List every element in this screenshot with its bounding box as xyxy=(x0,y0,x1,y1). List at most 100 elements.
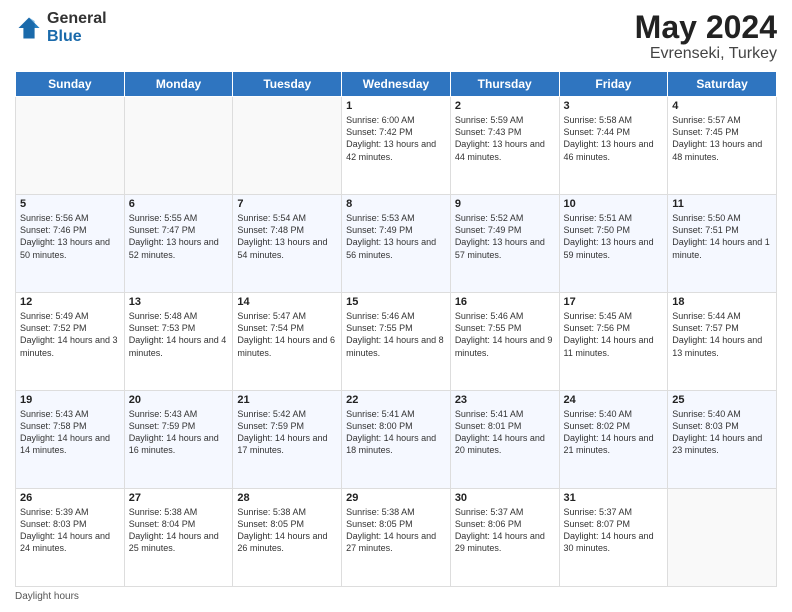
day-info: Sunrise: 5:55 AMSunset: 7:47 PMDaylight:… xyxy=(129,212,229,261)
calendar-cell-w3-d4: 15Sunrise: 5:46 AMSunset: 7:55 PMDayligh… xyxy=(342,293,451,391)
day-number: 16 xyxy=(455,296,555,308)
sunrise-text: Sunrise: 5:46 AM xyxy=(346,311,415,321)
sunrise-text: Sunrise: 5:37 AM xyxy=(564,507,633,517)
sunset-text: Sunset: 7:43 PM xyxy=(455,127,522,137)
calendar-cell-w2-d4: 8Sunrise: 5:53 AMSunset: 7:49 PMDaylight… xyxy=(342,195,451,293)
day-info: Sunrise: 5:37 AMSunset: 8:07 PMDaylight:… xyxy=(564,506,664,555)
calendar-cell-w4-d5: 23 Sunrise: 5:41 AMSunset: 8:01 PMDayligh… xyxy=(450,391,559,489)
day-number: 5 xyxy=(20,198,120,210)
sunrise-text: Sunrise: 5:58 AM xyxy=(564,115,633,125)
sunrise-text: Sunrise: 5:39 AM xyxy=(20,507,89,517)
sunset-text: Sunset: 8:00 PM xyxy=(346,421,413,431)
day-info: Sunrise: 5:41 AMSunset: 8:01 PMDaylight:… xyxy=(455,408,555,457)
day-number: 1 xyxy=(346,100,446,112)
sunrise-text: Sunrise: 5:59 AM xyxy=(455,115,524,125)
daylight-text: Daylight: 14 hours and 26 minutes. xyxy=(237,531,327,553)
day-info: Sunrise: 5:57 AMSunset: 7:45 PMDaylight:… xyxy=(672,114,772,163)
sunset-text: Sunset: 7:55 PM xyxy=(346,323,413,333)
col-monday: Monday xyxy=(124,72,233,97)
day-info: Sunrise: 6:00 AMSunset: 7:42 PMDaylight:… xyxy=(346,114,446,163)
col-saturday: Saturday xyxy=(668,72,777,97)
day-info: Sunrise: 5:38 AM Sunset: 8:04 PM Daylight:… xyxy=(129,506,229,555)
calendar-cell-w5-d6: 31Sunrise: 5:37 AMSunset: 8:07 PMDayligh… xyxy=(559,489,668,587)
logo-blue-text: Blue xyxy=(47,28,107,46)
sunrise-text: Sunrise: 5:45 AM xyxy=(564,311,633,321)
sunset-text: Sunset: 7:53 PM xyxy=(129,323,196,333)
day-info: Sunrise: 5:46 AM Sunset: 7:55 PM Daylight:… xyxy=(346,310,446,359)
sunrise-text: Sunrise: 5:43 AM xyxy=(129,409,198,419)
calendar-cell-w1-d2 xyxy=(124,97,233,195)
calendar-cell-w3-d3: 14Sunrise: 5:47 AMSunset: 7:54 PMDayligh… xyxy=(233,293,342,391)
sunrise-text: Sunrise: 5:54 AM xyxy=(237,213,306,223)
sunset-text: Sunset: 7:51 PM xyxy=(672,225,739,235)
daylight-text: Daylight: 14 hours and 18 minutes. xyxy=(346,433,436,455)
day-info: Sunrise: 5:51 AMSunset: 7:50 PMDaylight:… xyxy=(564,212,664,261)
sunset-text: Sunset: 7:48 PM xyxy=(237,225,304,235)
day-info: Sunrise: 5:40 AMSunset: 8:02 PMDaylight:… xyxy=(564,408,664,457)
day-info: Sunrise: 5:44 AMSunset: 7:57 PMDaylight:… xyxy=(672,310,772,359)
day-info: Sunrise: 5:39 AMSunset: 8:03 PMDaylight:… xyxy=(20,506,120,555)
sunrise-text: Sunrise: 5:38 AM xyxy=(237,507,306,517)
sunset-text: Sunset: 8:07 PM xyxy=(564,519,631,529)
week-row-4: 19Sunrise: 5:43 AMSunset: 7:58 PMDayligh… xyxy=(16,391,777,489)
sunset-text: Sunset: 7:59 PM xyxy=(237,421,304,431)
day-number: 23 xyxy=(455,394,555,406)
day-number: 24 xyxy=(564,394,664,406)
sunrise-text: Sunrise: 5:52 AM xyxy=(455,213,524,223)
day-number: 27 xyxy=(129,492,229,504)
daylight-text: Daylight: 14 hours and 23 minutes. xyxy=(672,433,762,455)
day-info: Sunrise: 5:38 AMSunset: 8:05 PMDaylight:… xyxy=(237,506,337,555)
calendar-cell-w2-d7: 11Sunrise: 5:50 AMSunset: 7:51 PMDayligh… xyxy=(668,195,777,293)
daylight-text: Daylight: 14 hours and 8 minutes. xyxy=(346,335,444,357)
week-row-2: 5Sunrise: 5:56 AMSunset: 7:46 PMDaylight… xyxy=(16,195,777,293)
daylight-text: Daylight: 14 hours and 25 minutes. xyxy=(129,531,219,553)
daylight-text: Daylight: 13 hours and 56 minutes. xyxy=(346,237,436,259)
location: Evrenseki, Turkey xyxy=(635,45,777,63)
sunrise-text: Sunrise: 6:00 AM xyxy=(346,115,415,125)
sunrise-text: Sunrise: 5:41 AM xyxy=(346,409,415,419)
sunrise-text: Sunrise: 5:55 AM xyxy=(129,213,198,223)
sunset-text: Sunset: 7:56 PM xyxy=(564,323,631,333)
daylight-text: Daylight: 13 hours and 48 minutes. xyxy=(672,139,762,161)
title-block: May 2024 Evrenseki, Turkey xyxy=(635,10,777,63)
calendar-cell-w5-d2: 27 Sunrise: 5:38 AM Sunset: 8:04 PM Dayligh… xyxy=(124,489,233,587)
daylight-text: Daylight: 14 hours and 29 minutes. xyxy=(455,531,545,553)
day-number: 2 xyxy=(455,100,555,112)
day-number: 13 xyxy=(129,296,229,308)
daylight-text: Daylight: 14 hours and 20 minutes. xyxy=(455,433,545,455)
calendar-cell-w3-d1: 12Sunrise: 5:49 AMSunset: 7:52 PMDayligh… xyxy=(16,293,125,391)
calendar-cell-w3-d7: 18Sunrise: 5:44 AMSunset: 7:57 PMDayligh… xyxy=(668,293,777,391)
sunset-text: Sunset: 8:04 PM xyxy=(129,519,196,529)
calendar-cell-w1-d3 xyxy=(233,97,342,195)
sunset-text: Sunset: 7:42 PM xyxy=(346,127,413,137)
day-info: Sunrise: 5:40 AMSunset: 8:03 PMDaylight:… xyxy=(672,408,772,457)
sunset-text: Sunset: 8:01 PM xyxy=(455,421,522,431)
day-number: 9 xyxy=(455,198,555,210)
day-info: Sunrise: 5:43 AMSunset: 7:58 PMDaylight:… xyxy=(20,408,120,457)
calendar-cell-w5-d3: 28Sunrise: 5:38 AMSunset: 8:05 PMDayligh… xyxy=(233,489,342,587)
sunset-text: Sunset: 7:49 PM xyxy=(455,225,522,235)
sunrise-text: Sunrise: 5:38 AM xyxy=(129,507,198,517)
calendar-cell-w2-d6: 10Sunrise: 5:51 AMSunset: 7:50 PMDayligh… xyxy=(559,195,668,293)
col-wednesday: Wednesday xyxy=(342,72,451,97)
col-sunday: Sunday xyxy=(16,72,125,97)
daylight-text: Daylight: 14 hours and 16 minutes. xyxy=(129,433,219,455)
day-number: 12 xyxy=(20,296,120,308)
day-number: 25 xyxy=(672,394,772,406)
day-info: Sunrise: 5:52 AMSunset: 7:49 PMDaylight:… xyxy=(455,212,555,261)
sunrise-text: Sunrise: 5:37 AM xyxy=(455,507,524,517)
calendar-cell-w3-d5: 16Sunrise: 5:46 AMSunset: 7:55 PMDayligh… xyxy=(450,293,559,391)
daylight-text: Daylight: 14 hours and 11 minutes. xyxy=(564,335,654,357)
sunset-text: Sunset: 7:52 PM xyxy=(20,323,87,333)
daylight-text: Daylight: 14 hours and 27 minutes. xyxy=(346,531,436,553)
calendar-cell-w1-d5: 2Sunrise: 5:59 AMSunset: 7:43 PMDaylight… xyxy=(450,97,559,195)
calendar-cell-w4-d3: 21Sunrise: 5:42 AMSunset: 7:59 PMDayligh… xyxy=(233,391,342,489)
sunset-text: Sunset: 7:45 PM xyxy=(672,127,739,137)
calendar-cell-w5-d4: 29Sunrise: 5:38 AMSunset: 8:05 PMDayligh… xyxy=(342,489,451,587)
sunrise-text: Sunrise: 5:40 AM xyxy=(672,409,741,419)
sunrise-text: Sunrise: 5:42 AM xyxy=(237,409,306,419)
sunrise-text: Sunrise: 5:44 AM xyxy=(672,311,741,321)
calendar-cell-w3-d6: 17Sunrise: 5:45 AMSunset: 7:56 PMDayligh… xyxy=(559,293,668,391)
sunset-text: Sunset: 7:59 PM xyxy=(129,421,196,431)
sunset-text: Sunset: 7:44 PM xyxy=(564,127,631,137)
